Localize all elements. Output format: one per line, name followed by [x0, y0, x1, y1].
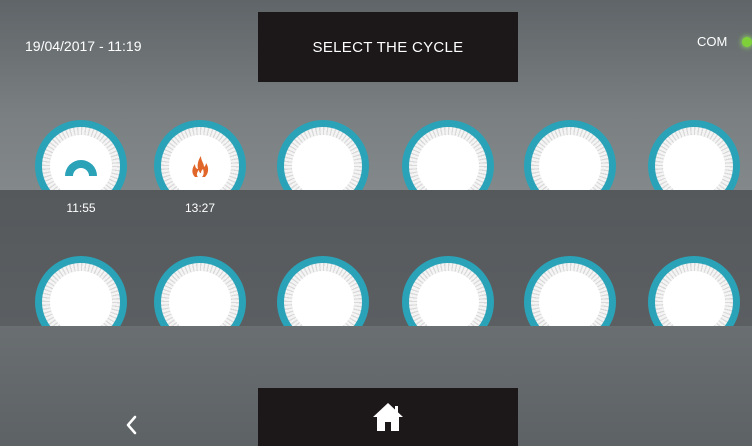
com-label: COM	[697, 34, 728, 49]
back-button[interactable]	[116, 410, 146, 440]
com-status-indicator	[742, 37, 752, 47]
title-box: SELECT THE CYCLE	[258, 12, 518, 82]
arch-icon	[35, 120, 127, 190]
cycle-button-9[interactable]	[277, 256, 369, 326]
cycle-button-1[interactable]	[35, 120, 127, 190]
cycle-button-7[interactable]	[35, 256, 127, 326]
home-icon	[373, 403, 403, 431]
cycle-button-11[interactable]	[524, 256, 616, 326]
cycle-time-1: 11:55	[66, 201, 96, 215]
cycle-button-4[interactable]	[402, 120, 494, 190]
cycle-button-12[interactable]	[648, 256, 740, 326]
chevron-left-icon	[126, 415, 137, 435]
flame-icon	[154, 120, 246, 190]
home-button[interactable]	[258, 388, 518, 446]
cycle-time-2: 13:27	[184, 201, 216, 215]
cycle-button-2[interactable]	[154, 120, 246, 190]
cycle-button-8[interactable]	[154, 256, 246, 326]
cycle-row-1	[0, 100, 752, 190]
cycle-button-10[interactable]	[402, 256, 494, 326]
page-title: SELECT THE CYCLE	[312, 38, 464, 56]
cycle-button-6[interactable]	[648, 120, 740, 190]
cycle-row-2	[0, 230, 752, 326]
cycle-button-5[interactable]	[524, 120, 616, 190]
cycle-button-3[interactable]	[277, 120, 369, 190]
datetime-label: 19/04/2017 - 11:19	[25, 38, 142, 54]
